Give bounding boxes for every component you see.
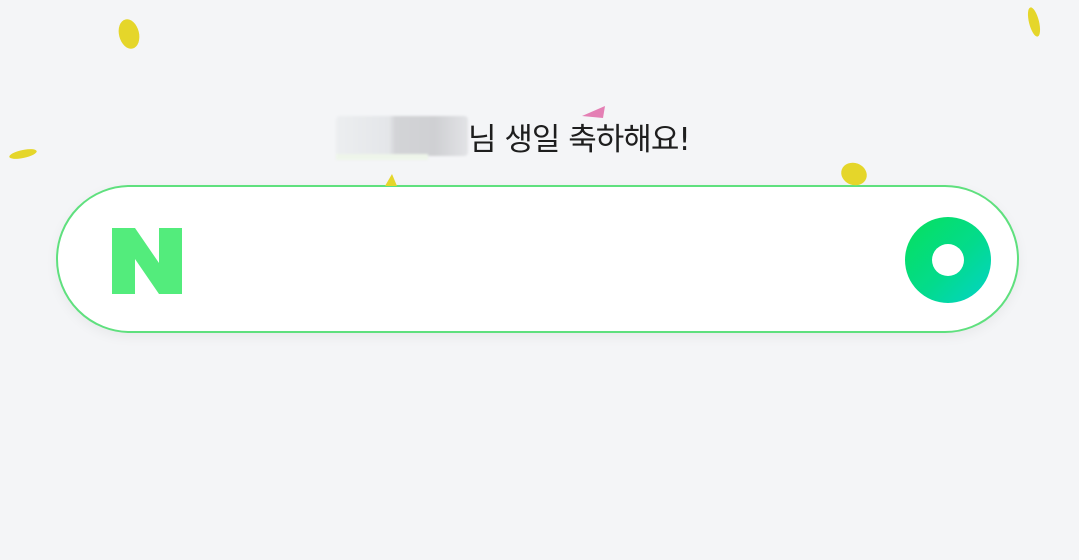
confetti-icon bbox=[582, 106, 605, 118]
page: { "greeting": { "name_redacted": true, "… bbox=[0, 0, 1079, 560]
confetti-icon bbox=[385, 174, 397, 186]
confetti-icon bbox=[841, 162, 867, 186]
search-button[interactable] bbox=[905, 217, 991, 303]
confetti-icon bbox=[118, 19, 140, 49]
naver-n-logo-icon bbox=[112, 228, 182, 294]
search-bar[interactable] bbox=[56, 185, 1019, 333]
birthday-greeting: 님 생일 축하해요! bbox=[336, 112, 691, 160]
redacted-user-name bbox=[336, 116, 468, 160]
confetti-icon bbox=[1027, 7, 1041, 37]
confetti-icon bbox=[9, 149, 37, 159]
greeting-message: 님 생일 축하해요! bbox=[468, 121, 691, 158]
